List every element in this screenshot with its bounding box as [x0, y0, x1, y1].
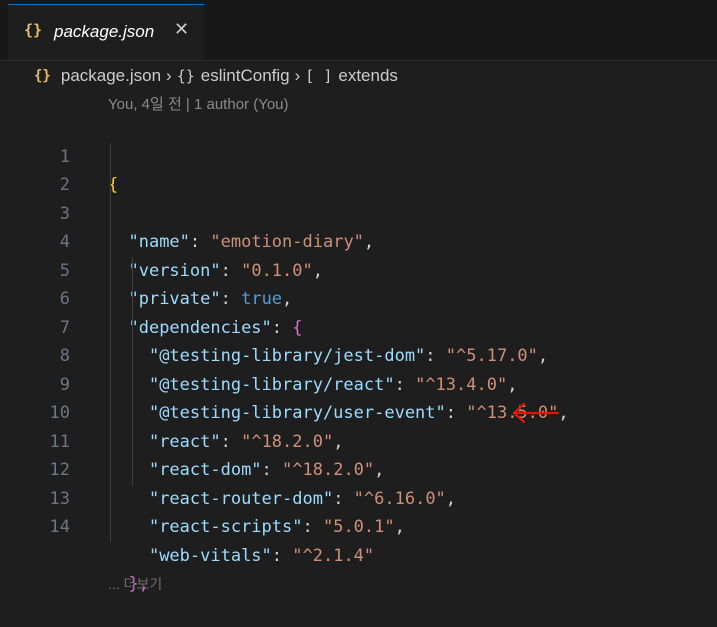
codelens-authors[interactable]: You, 4일 전 | 1 author (You)	[108, 93, 289, 114]
array-symbol-icon: [ ]	[305, 67, 333, 85]
code-line: 1 {	[0, 114, 717, 196]
breadcrumb-eslint-config[interactable]: eslintConfig	[201, 66, 290, 86]
code-line-partial: ... 더보기	[0, 513, 717, 592]
editor-tab-package-json[interactable]: {} package.json ✕	[8, 4, 204, 60]
code-line: 10 "react-dom": "^18.2.0",	[0, 370, 717, 480]
code-line: 13 "web-vitals": "^2.1.4"	[0, 456, 717, 566]
chevron-right-icon: ›	[166, 66, 172, 85]
close-icon[interactable]: ✕	[174, 19, 189, 40]
code-line: 9 "react": "^18.2.0",	[0, 342, 717, 452]
code-line: 11 "react-router-dom": "^6.16.0",	[0, 399, 717, 509]
code-line: 8 "@testing-library/user-event": "^13.5.…	[0, 313, 717, 423]
json-value: "^2.1.4"	[292, 545, 375, 566]
code-line: 2 "name": "emotion-diary",	[0, 142, 717, 252]
breadcrumb-extends[interactable]: extends	[338, 66, 398, 86]
codelens-partial: ... 더보기	[108, 576, 163, 592]
object-symbol-icon: {}	[176, 67, 195, 85]
breadcrumb: {} package.json › {} eslintConfig › [ ] …	[34, 62, 398, 90]
code-line: 14 },	[0, 484, 717, 594]
tab-bar: {} package.json ✕	[0, 0, 717, 61]
json-file-icon: {}	[34, 68, 51, 84]
code-line: 12 "react-scripts": "5.0.1",	[0, 427, 717, 537]
code-line: 3 "version": "0.1.0",	[0, 171, 717, 281]
code-line: 4 "private": true,	[0, 199, 717, 309]
code-line: 5 "dependencies": {	[0, 228, 717, 338]
code-line: 7 "@testing-library/react": "^13.4.0",	[0, 285, 717, 395]
tab-label: package.json	[54, 22, 155, 41]
json-key: "web-vitals"	[148, 545, 272, 566]
red-arrow-annotation-icon	[512, 402, 560, 424]
json-file-icon: {}	[24, 21, 43, 39]
code-line: 6 "@testing-library/jest-dom": "^5.17.0"…	[0, 256, 717, 366]
chevron-right-icon: ›	[294, 66, 301, 85]
breadcrumb-file[interactable]: package.json	[61, 66, 161, 86]
code-editor[interactable]: 1 { 2 "name": "emotion-diary", 3 "versio…	[0, 114, 717, 594]
